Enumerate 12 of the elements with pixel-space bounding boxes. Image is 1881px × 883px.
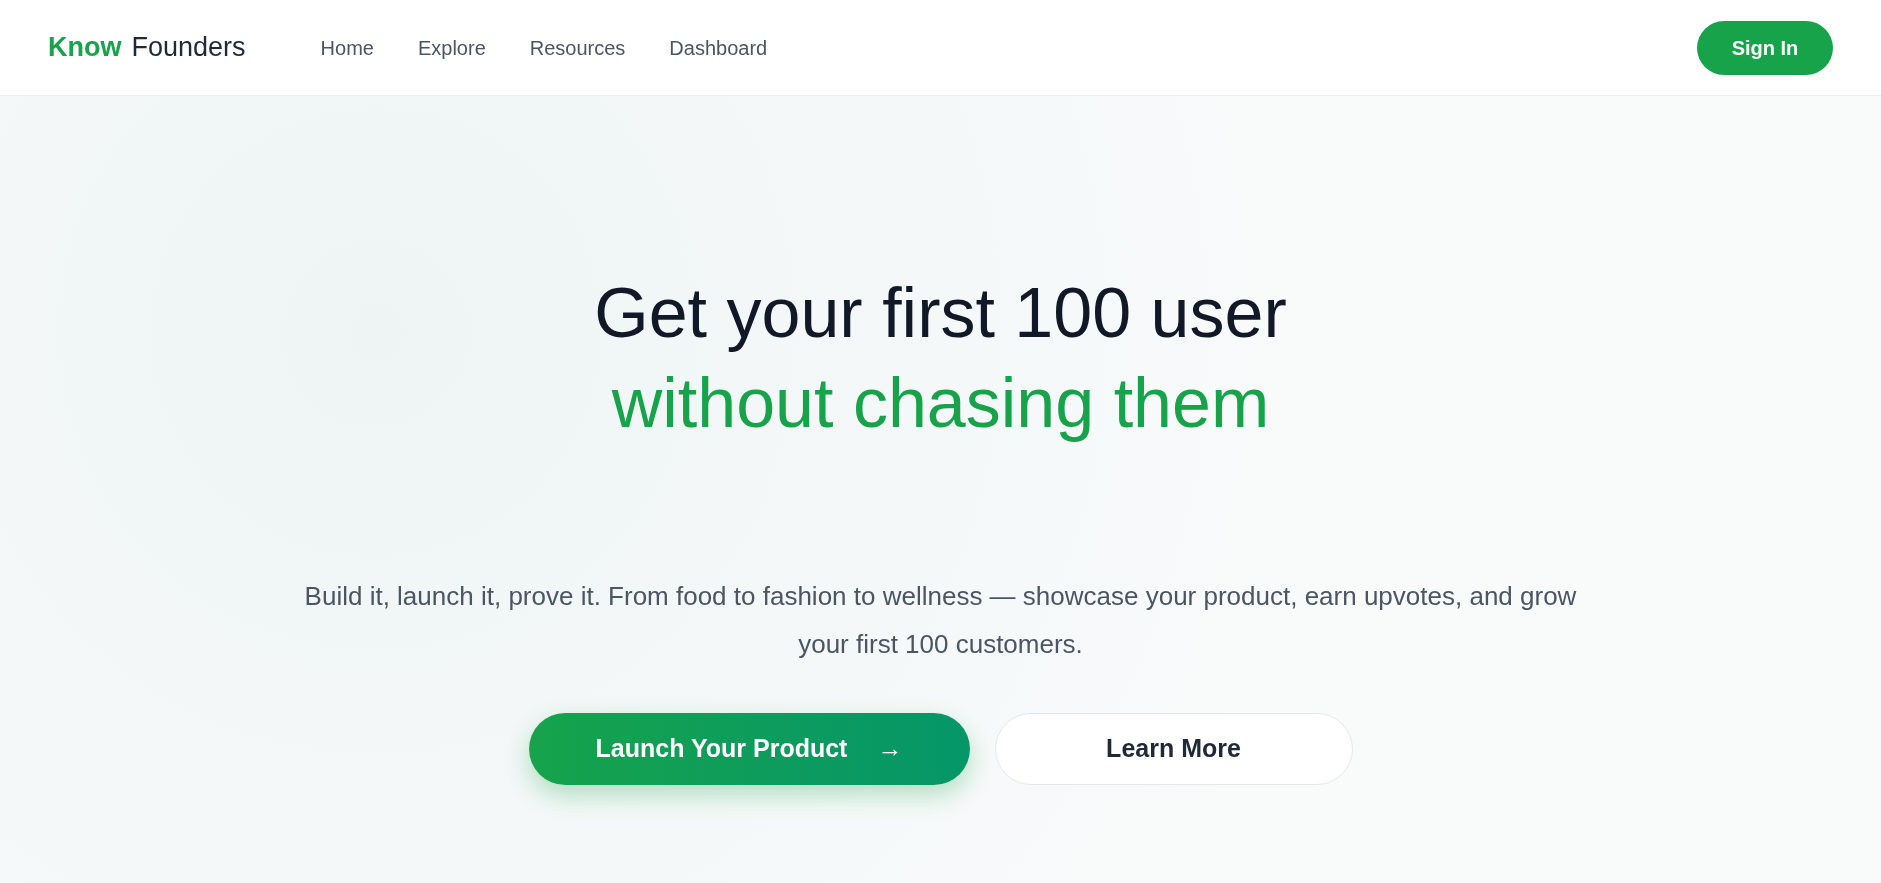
launch-product-button[interactable]: Launch Your Product →: [528, 713, 970, 785]
nav-link[interactable]: Resources: [529, 32, 626, 63]
logo[interactable]: Know Founders: [48, 27, 246, 68]
logo-founders-text: Founders: [131, 31, 246, 65]
nav-link[interactable]: Home: [320, 32, 374, 63]
learn-more-button[interactable]: Learn More: [994, 713, 1353, 785]
hero-description: Build it, launch it, prove it. From food to fashion to wellness — showcase your product, earn upvotes, and grow your first 100 customers.: [303, 580, 1578, 661]
nav-link[interactable]: Explore: [417, 32, 486, 63]
logo-know-text: Know: [48, 31, 122, 65]
hero-subtitle: without chasing them: [611, 363, 1270, 444]
hero-title: Get your first 100 user: [594, 273, 1287, 354]
nav-link[interactable]: Dashboard: [669, 32, 768, 63]
